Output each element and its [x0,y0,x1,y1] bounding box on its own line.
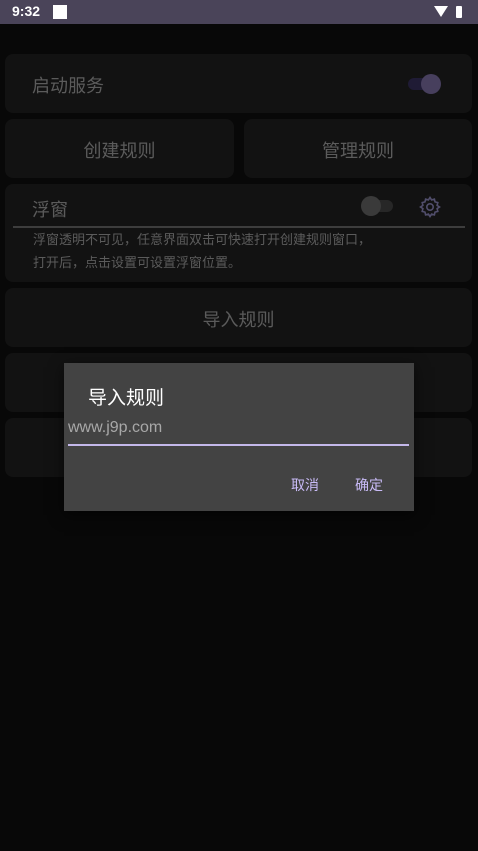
status-bar: 9:32 [0,0,478,24]
wifi-icon [434,6,448,17]
cancel-button[interactable]: 取消 [291,475,319,495]
input-underline [68,444,409,446]
status-time: 9:32 [12,3,41,19]
confirm-button[interactable]: 确定 [355,475,383,495]
import-rule-dialog: 导入规则 www.j9p.com 取消 确定 [64,363,414,511]
notification-icon [53,5,67,19]
rule-url-input[interactable]: www.j9p.com [68,419,408,445]
dialog-title: 导入规则 [88,387,165,409]
battery-icon [456,6,462,18]
